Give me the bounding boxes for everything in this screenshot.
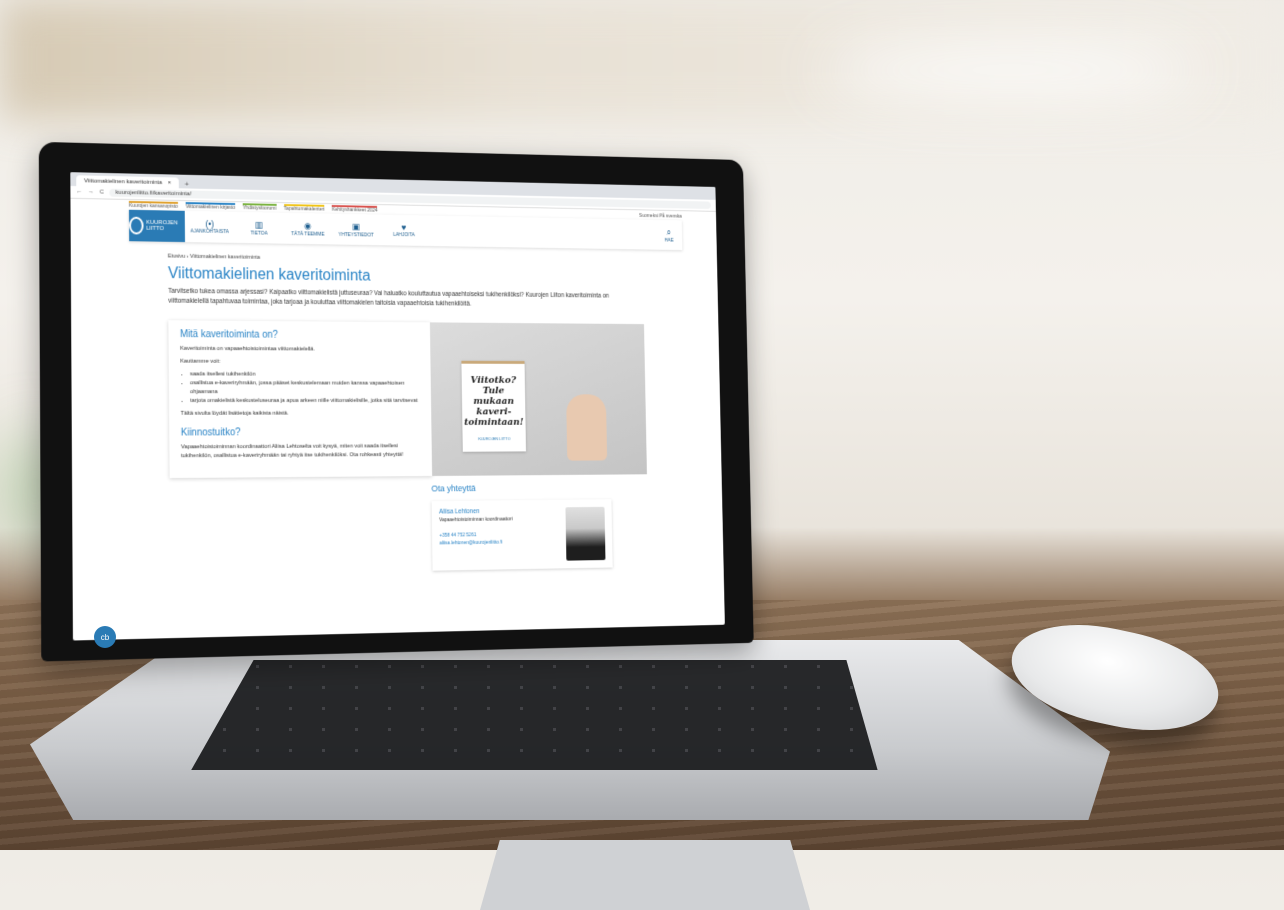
poster-line: Viitotko? (470, 375, 517, 386)
list-item: tarjota omakielistä keskusteluseuraa ja … (190, 397, 420, 406)
logo-text: KUUROJEN LIITTO (146, 219, 178, 232)
main-content: Etusivu › Viittomakielinen kaveritoimint… (71, 240, 722, 571)
nav-item-yhteystiedot[interactable]: ▣ YHTEYSTIEDOT (332, 221, 380, 238)
contact-email[interactable]: aliisa.lehtonen@kuurojenliitto.fi (439, 539, 513, 548)
card-text: Kauttamme voit: (180, 358, 221, 365)
card-text: Kaveritoiminta on vapaaehtoistoimintaa v… (180, 345, 315, 353)
chat-button[interactable]: cb (94, 626, 116, 648)
poster: Viitotko? Tule mukaan kaveri- toimintaan… (461, 360, 527, 452)
card-text: Tältä sivulta löydät lisätietoja kaikist… (180, 410, 289, 417)
card-list: saada itsellesi tukihenkilön osallistua … (180, 370, 420, 405)
card-text: Vapaaehtoistoiminnan koordinaattori Alii… (180, 443, 404, 460)
fingers-image (566, 394, 608, 461)
search-button[interactable]: ⌕ HAE (664, 227, 674, 243)
trackpad (480, 840, 810, 910)
browser-tab[interactable]: Viittomakielinen kaveritoiminta × (76, 175, 179, 189)
contact-icon: ▣ (352, 221, 361, 231)
nav-item-tietoa[interactable]: ▥ TIETOA (234, 219, 283, 236)
info-card: Mitä kaveritoiminta on? Kaveritoiminta o… (168, 320, 433, 479)
toplink-item[interactable]: Kehityshankkeet 2024 (331, 205, 378, 214)
card-heading: Mitä kaveritoiminta on? (179, 329, 278, 341)
toplink-item[interactable]: Tapahtumakalenteri (283, 204, 325, 213)
logo-icon (128, 216, 144, 235)
poster-logo: KUUROJEN LIITTO (478, 436, 511, 442)
card-heading-2: Kiinnostuitko? (180, 427, 241, 439)
background-light (820, 40, 1200, 100)
nav-label: TIETOA (250, 230, 268, 237)
toplink-item[interactable]: Viittomakielinen kirjasto (185, 202, 236, 211)
laptop-screen: Viittomakielinen kaveritoiminta × + ← → … (70, 172, 725, 641)
contact-portrait (565, 506, 606, 561)
heart-icon: ♥ (401, 222, 407, 233)
poster-line: Tule mukaan (473, 385, 515, 407)
contact-role: Vapaaehtoistoiminnan koordinaattori (439, 516, 513, 524)
nav-label: TÄTÄ TEEMME (291, 230, 325, 238)
contact-card: Aliisa Lehtonen Vapaaehtoistoiminnan koo… (431, 499, 613, 571)
poster-hanger (475, 340, 513, 363)
poster-line: kaveri- (476, 406, 512, 418)
laptop: Viittomakielinen kaveritoiminta × + ← → … (30, 140, 1110, 910)
contact-heading: Ota yhteyttä (431, 483, 476, 494)
forward-icon[interactable]: → (88, 189, 94, 195)
language-switch[interactable]: Suomeksi På svenska (639, 211, 682, 219)
nav-label: AJANKOHTAISTA (190, 228, 229, 236)
page-title: Viittomakielinen kaveritoiminta (167, 265, 371, 285)
globe-icon: ◉ (304, 220, 312, 231)
contact-section: Ota yhteyttä Aliisa Lehtonen Vapaaehtois… (431, 482, 613, 571)
tab-title: Viittomakielinen kaveritoiminta (84, 177, 163, 186)
list-item: osallistua e-kaveriryhmään, jossa pääset… (190, 379, 420, 397)
poster-line: toimintaan! (464, 417, 524, 428)
search-label: HAE (664, 237, 674, 243)
intro-text: Tarvitsetko tukea omassa arjessasi? Kaip… (168, 287, 610, 308)
new-tab-button[interactable]: + (185, 180, 190, 189)
search-icon: ⌕ (666, 227, 672, 237)
nav-item-ajankohtaista[interactable]: (•) AJANKOHTAISTA (185, 219, 235, 235)
poster-photo: Viitotko? Tule mukaan kaveri- toimintaan… (429, 322, 647, 476)
keyboard (191, 660, 878, 770)
nav-item-lahjoita[interactable]: ♥ LAHJOITA (380, 222, 428, 239)
reload-icon[interactable]: C (100, 190, 104, 196)
nav-label: YHTEYSTIEDOT (338, 231, 374, 238)
back-icon[interactable]: ← (76, 189, 82, 195)
toplink-item[interactable]: Yhdistysfoorumi (242, 203, 277, 212)
site-logo[interactable]: KUUROJEN LIITTO (128, 209, 186, 243)
close-icon[interactable]: × (168, 180, 171, 186)
books-icon: ▥ (254, 219, 264, 230)
nav-item-tata-teemme[interactable]: ◉ TÄTÄ TEEMME (283, 220, 332, 237)
breadcrumb[interactable]: Etusivu › Viittomakielinen kaveritoimint… (168, 254, 717, 268)
nav-label: LAHJOITA (393, 232, 415, 239)
content-row: Mitä kaveritoiminta on? Kaveritoiminta o… (168, 320, 721, 571)
laptop-lid: Viittomakielinen kaveritoiminta × + ← → … (38, 141, 754, 662)
toplink-item[interactable]: Kuurojen kansanopisto (128, 200, 178, 210)
